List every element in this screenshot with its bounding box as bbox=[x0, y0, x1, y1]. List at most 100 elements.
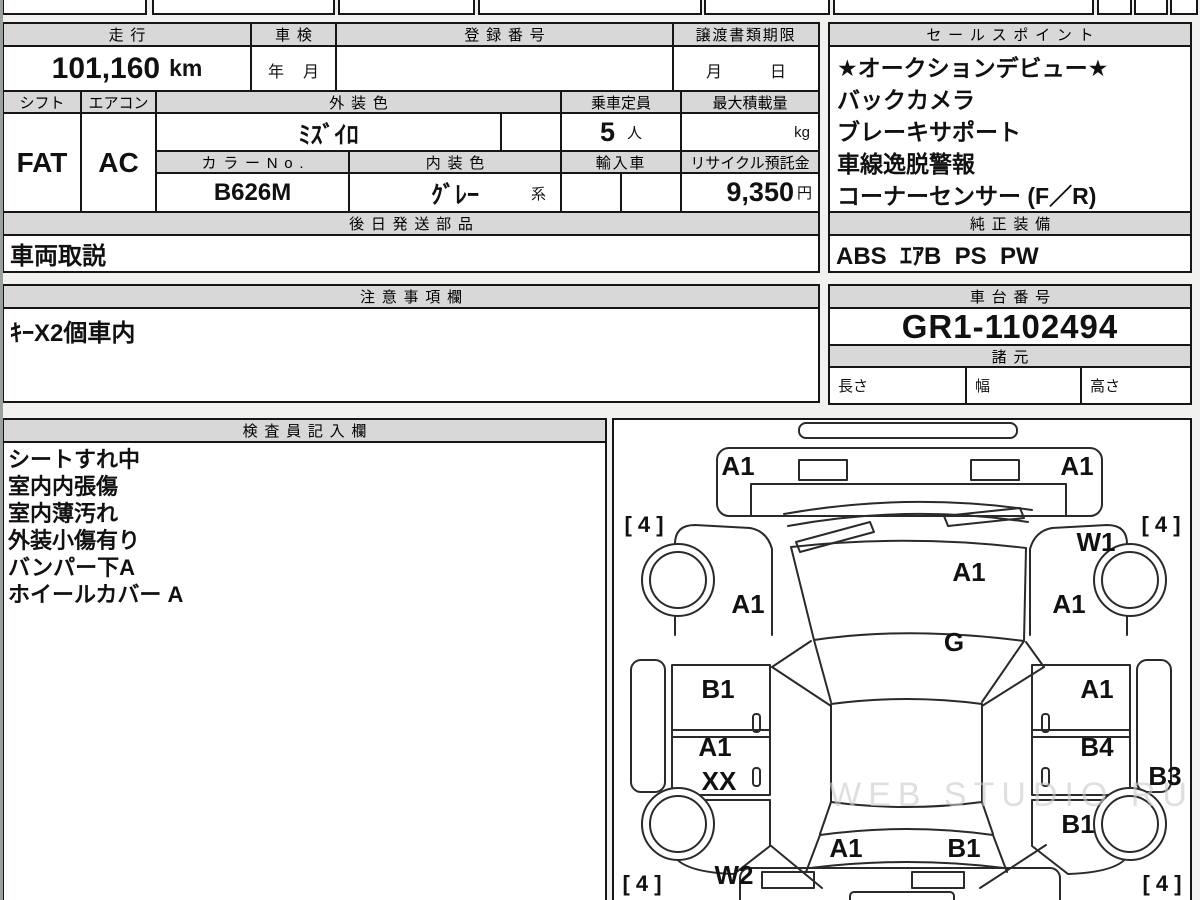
capacity-unit: 人 bbox=[627, 124, 643, 142]
registration-header: 登録番号 bbox=[335, 22, 674, 47]
recycle-deposit-unit: 円 bbox=[796, 185, 812, 202]
damage-code-left-rear-door: A1 bbox=[698, 732, 732, 762]
recycle-deposit-value: 9,350 円 bbox=[680, 172, 820, 213]
damage-code-left-rear-door-lower: XX bbox=[701, 766, 737, 796]
exterior-color-header: 外装色 bbox=[155, 90, 562, 114]
cutoff-cell bbox=[833, 0, 1094, 15]
interior-color-header: 内装色 bbox=[348, 150, 562, 174]
capacity-header: 乗車定員 bbox=[560, 90, 682, 114]
damage-code-right-front-door: A1 bbox=[1080, 674, 1114, 704]
damage-code-windshield: A1 bbox=[952, 557, 986, 587]
inspection-value: 年 月 bbox=[250, 45, 337, 92]
sales-point-item: コーナーセンサー (F／R) bbox=[837, 183, 1097, 209]
damage-code-right-front-fender-top: W1 bbox=[1076, 527, 1116, 557]
deadline-day-label: 日 bbox=[769, 64, 786, 81]
cutoff-cell bbox=[338, 0, 475, 15]
inspector-note-item: 室内内張傷 bbox=[8, 474, 119, 499]
transfer-deadline-header: 譲渡書類期限 bbox=[672, 22, 820, 47]
damage-code-front-bumper-right: A1 bbox=[1060, 451, 1094, 481]
spec-width-cell: 幅 bbox=[965, 366, 1082, 405]
spec-length-cell: 長さ bbox=[828, 366, 967, 405]
damage-code-rear-gate-left: A1 bbox=[829, 833, 863, 863]
import-car-cell-2 bbox=[620, 172, 682, 213]
damage-code-rear-gate-right: B1 bbox=[947, 833, 981, 863]
diagram-box: WEB STUDIO RU A1 A1[ 4 ][ 4 ] W1 A1 A1 A1 G B1 A… bbox=[612, 418, 1192, 900]
genuine-equipment-value: ABS ｴｱB PS PW bbox=[828, 234, 1192, 273]
max-load-value: kg bbox=[680, 112, 820, 152]
inspector-header: 検査員記入欄 bbox=[2, 418, 607, 443]
damage-code-cowl-glass: G bbox=[943, 627, 965, 657]
sales-point-item: ★オークションデビュー★ bbox=[837, 55, 1109, 81]
cutoff-cell bbox=[2, 0, 147, 15]
damage-code-left-front-fender: A1 bbox=[731, 589, 765, 619]
damage-code-tread-rear-right: [ 4 ] bbox=[1142, 871, 1182, 896]
inspector-note-item: ホイールカバー A bbox=[8, 582, 184, 607]
mileage-value: 101,160 km bbox=[2, 45, 252, 92]
interior-color-value: ｸﾞﾚｰ 系 bbox=[348, 172, 562, 213]
inspector-note-item: 外装小傷有り bbox=[8, 528, 141, 553]
spec-height-cell: 高さ bbox=[1080, 366, 1192, 405]
shift-header: シフト bbox=[2, 90, 82, 114]
max-load-unit: kg bbox=[794, 123, 810, 141]
sales-point-item: ブレーキサポート bbox=[837, 119, 1021, 145]
exterior-color-extra-cell bbox=[500, 112, 562, 152]
aircon-header: エアコン bbox=[80, 90, 157, 114]
later-shipping-header: 後日発送部品 bbox=[2, 211, 820, 236]
damage-code-left-rear-quarter: W2 bbox=[714, 860, 754, 890]
mileage-number: 101,160 bbox=[51, 51, 161, 85]
damage-code-right-front-fender: A1 bbox=[1052, 589, 1086, 619]
damage-code-tread-front-right: [ 4 ] bbox=[1141, 512, 1181, 537]
aircon-value: AC bbox=[80, 112, 157, 213]
mileage-unit: km bbox=[169, 55, 203, 81]
cutoff-cell bbox=[704, 0, 830, 15]
specs-header: 諸元 bbox=[828, 344, 1192, 368]
interior-color-name: ｸﾞﾚｰ bbox=[431, 182, 479, 209]
damage-code-right-rear-door: B4 bbox=[1080, 732, 1114, 762]
auction-sheet: 走行 車検 登録番号 譲渡書類期限 101,160 km 年 月 月 日 シフト… bbox=[0, 0, 1200, 900]
notes-value: ｷｰX2個車内 bbox=[2, 307, 820, 403]
damage-code-right-sill: B3 bbox=[1148, 761, 1182, 791]
chassis-number-header: 車台番号 bbox=[828, 284, 1192, 309]
import-car-cell-1 bbox=[560, 172, 622, 213]
later-shipping-value: 車両取説 bbox=[2, 234, 820, 273]
chassis-number-value: GR1-1102494 bbox=[828, 307, 1192, 346]
deadline-month-label: 月 bbox=[706, 64, 723, 81]
capacity-number: 5 bbox=[599, 116, 615, 147]
damage-code-right-rear-quarter: B1 bbox=[1061, 809, 1095, 839]
cutoff-cell bbox=[152, 0, 335, 15]
import-car-header: 輸入車 bbox=[560, 150, 682, 174]
damage-code-tread-rear-left: [ 4 ] bbox=[622, 871, 662, 896]
sales-point-item: バックカメラ bbox=[837, 87, 975, 113]
sales-point-item: 車線逸脱警報 bbox=[837, 151, 975, 177]
damage-code-front-bumper-left: A1 bbox=[721, 451, 755, 481]
inspector-note-item: 室内薄汚れ bbox=[8, 501, 119, 526]
inspection-header: 車検 bbox=[250, 22, 337, 47]
mileage-header: 走行 bbox=[2, 22, 252, 47]
notes-header: 注意事項欄 bbox=[2, 284, 820, 309]
exterior-color-value: ﾐｽﾞｲﾛ bbox=[155, 112, 502, 152]
genuine-equipment-header: 純正装備 bbox=[828, 211, 1192, 236]
cutoff-cell bbox=[1097, 0, 1132, 15]
transfer-deadline-value: 月 日 bbox=[672, 45, 820, 92]
interior-color-suffix: 系 bbox=[530, 186, 546, 203]
inspection-year-label: 年 bbox=[268, 64, 285, 81]
registration-value bbox=[335, 45, 674, 92]
recycle-deposit-header: リサイクル預託金 bbox=[680, 150, 820, 174]
capacity-value: 5 人 bbox=[560, 112, 682, 152]
sales-points-header: セールスポイント bbox=[828, 22, 1192, 47]
inspection-month-label: 月 bbox=[302, 64, 319, 81]
recycle-deposit-number: 9,350 bbox=[726, 177, 794, 207]
inspector-note-item: シートすれ中 bbox=[8, 447, 141, 472]
cutoff-cell bbox=[1170, 0, 1198, 15]
shift-value: FAT bbox=[2, 112, 82, 213]
damage-code-left-front-door: B1 bbox=[701, 674, 735, 704]
cutoff-cell bbox=[1134, 0, 1168, 15]
damage-code-tread-front-left: [ 4 ] bbox=[624, 512, 664, 537]
inspector-note-item: バンパー下A bbox=[8, 555, 135, 580]
sales-points-list: ★オークションデビュー★ バックカメラブレーキサポート 車線逸脱警報コーナーセンサー… bbox=[828, 45, 1192, 213]
cutoff-cell bbox=[478, 0, 702, 15]
color-no-header: カラーNo. bbox=[155, 150, 350, 174]
inspector-notes-list: シートすれ中 室内内張傷 室内薄汚れ 外装小傷有り バンパー下A ホイールカバー A bbox=[8, 446, 598, 608]
damage-code-layer: A1 A1 [ 4 ] [ 4 ] W1 A1 A1 A1 G B1 A1 A1 B4 XX B3 B1 A1 B… bbox=[614, 420, 1190, 900]
color-no-value: B626M bbox=[155, 172, 350, 213]
